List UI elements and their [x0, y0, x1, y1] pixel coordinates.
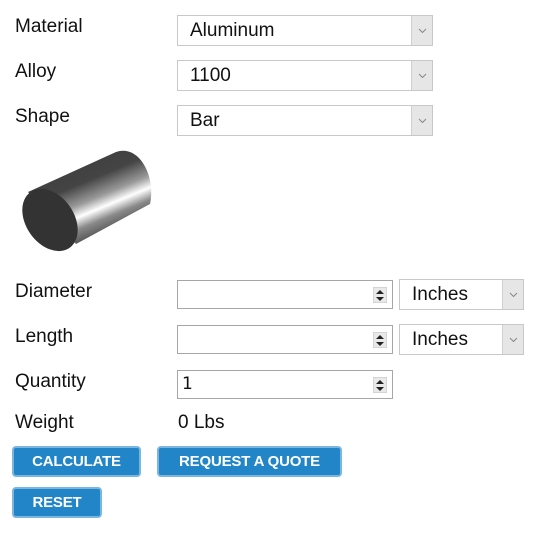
diameter-spinner[interactable] [373, 287, 387, 303]
length-label: Length [15, 326, 74, 347]
reset-button[interactable]: RESET [12, 487, 102, 518]
quantity-label: Quantity [15, 371, 86, 392]
calculate-button[interactable]: CALCULATE [12, 446, 141, 477]
alloy-select-value: 1100 [190, 65, 231, 86]
chevron-down-icon[interactable] [502, 280, 523, 309]
cylinder-bar-icon [22, 150, 152, 252]
material-label: Material [15, 16, 83, 37]
weight-value: 0 Lbs [178, 412, 225, 433]
spin-down-icon[interactable] [376, 386, 384, 391]
quantity-input-value: 1 [182, 374, 193, 394]
material-select-value: Aluminum [190, 20, 275, 41]
spin-up-icon[interactable] [376, 289, 384, 294]
spin-up-icon[interactable] [376, 334, 384, 339]
quantity-spinner[interactable] [373, 377, 387, 393]
chevron-down-icon[interactable] [411, 16, 432, 45]
length-unit-value: Inches [412, 329, 468, 350]
weight-label: Weight [15, 412, 74, 433]
request-quote-button[interactable]: REQUEST A QUOTE [157, 446, 342, 477]
chevron-down-icon[interactable] [502, 325, 523, 354]
diameter-input[interactable] [177, 280, 393, 309]
diameter-label: Diameter [15, 281, 93, 302]
diameter-unit-select[interactable]: Inches [399, 279, 524, 310]
chevron-down-icon[interactable] [411, 61, 432, 90]
diameter-unit-value: Inches [412, 284, 468, 305]
spin-down-icon[interactable] [376, 341, 384, 346]
alloy-label: Alloy [15, 61, 57, 82]
spin-down-icon[interactable] [376, 296, 384, 301]
quantity-input[interactable]: 1 [177, 370, 393, 399]
material-select[interactable]: Aluminum [177, 15, 433, 46]
length-spinner[interactable] [373, 332, 387, 348]
alloy-select[interactable]: 1100 [177, 60, 433, 91]
shape-select[interactable]: Bar [177, 105, 433, 136]
chevron-down-icon[interactable] [411, 106, 432, 135]
shape-select-value: Bar [190, 110, 220, 131]
length-input[interactable] [177, 325, 393, 354]
spin-up-icon[interactable] [376, 379, 384, 384]
length-unit-select[interactable]: Inches [399, 324, 524, 355]
shape-label: Shape [15, 106, 70, 127]
